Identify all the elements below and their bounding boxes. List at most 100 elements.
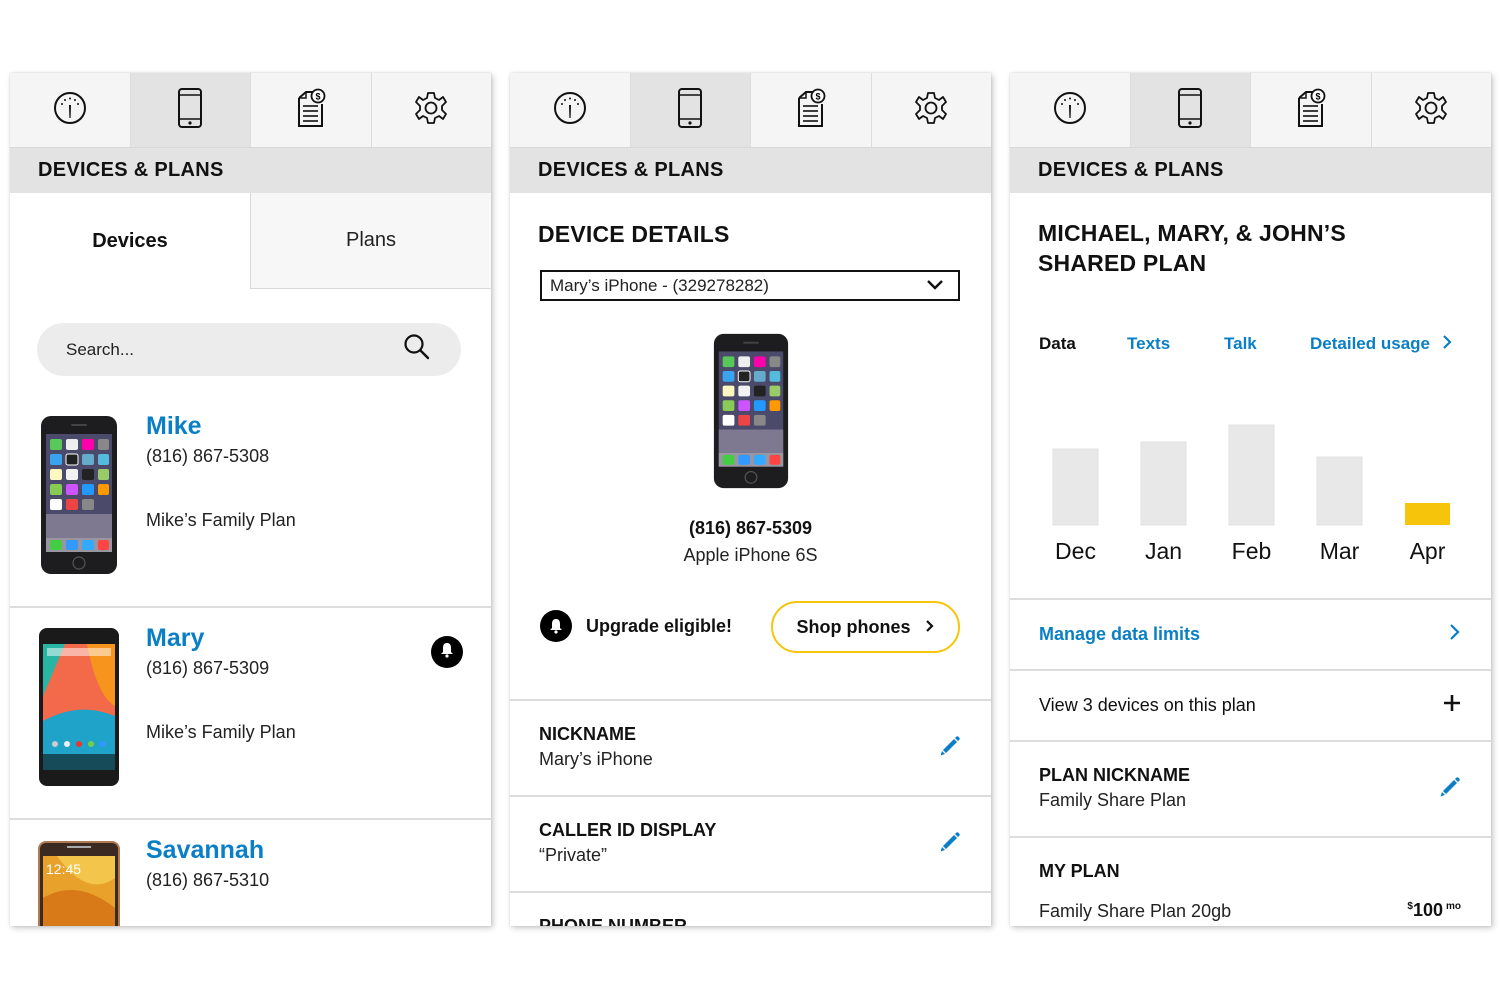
dashboard-gauge-icon [1053, 91, 1087, 130]
phone-device-icon [1177, 87, 1203, 134]
device-owner-name[interactable]: Mike [146, 412, 202, 441]
nav-billing[interactable]: $ [251, 73, 372, 147]
bar-dec[interactable] [1052, 448, 1099, 526]
nav-settings[interactable] [372, 73, 492, 147]
tab-plans[interactable]: Plans [250, 193, 491, 289]
device-phone-number: (816) 867-5309 [688, 518, 813, 538]
plan-title-line2: SHARED PLAN [1038, 250, 1207, 276]
x-tick-label-apr: Apr [1410, 538, 1446, 564]
bill-dollar-icon: $ [796, 88, 826, 133]
nav-devices[interactable] [1130, 73, 1251, 147]
x-tick-label-jan: Jan [1145, 538, 1182, 564]
device-list-item[interactable]: 12:45 Savannah (816) 867-5310 [10, 820, 491, 926]
top-nav-bar: $ [1010, 73, 1491, 148]
device-plan-name: Mike’s Family Plan [146, 510, 296, 530]
bar-jan[interactable] [1140, 441, 1187, 526]
field-value: “Private” [539, 845, 608, 865]
svg-text:12:45: 12:45 [46, 861, 81, 877]
chevron-down-icon [926, 276, 944, 296]
bell-icon [540, 610, 572, 642]
plan-title: MICHAEL, MARY, & JOHN’S SHARED PLAN [1010, 193, 1491, 333]
my-plan-section: MY PLAN Family Share Plan 20gb $100 mo [1010, 838, 1491, 926]
device-select-value: Mary’s iPhone - (329278282) [550, 275, 769, 295]
devices-plans-tabs: Devices Plans [10, 193, 491, 289]
my-plan-price: $100 mo [1407, 900, 1461, 921]
nav-devices[interactable] [130, 73, 251, 147]
shop-phones-label: Shop phones [796, 616, 911, 637]
nav-billing[interactable]: $ [1251, 73, 1372, 147]
nav-dashboard[interactable] [10, 73, 131, 147]
section-title: DEVICES & PLANS [1010, 148, 1491, 193]
nav-dashboard[interactable] [1010, 73, 1131, 147]
usage-bar-chart: Dec Jan Feb Mar Apr [1010, 355, 1491, 600]
phone-device-icon [177, 87, 203, 134]
chevron-right-icon [925, 617, 935, 638]
detailed-usage-link[interactable]: Detailed usage [1310, 334, 1452, 355]
gear-icon [413, 90, 449, 131]
svg-text:$: $ [315, 91, 320, 101]
device-details-panel: $ DEVICES & PLANS DEVICE DETAILS Mary’s … [510, 73, 991, 926]
field-label: NICKNAME [539, 724, 636, 744]
dashboard-gauge-icon [53, 91, 87, 130]
x-tick-label-mar: Mar [1320, 538, 1360, 564]
manage-data-limits-label: Manage data limits [1039, 624, 1201, 644]
section-title: DEVICES & PLANS [510, 148, 991, 193]
nav-dashboard[interactable] [510, 73, 631, 147]
pencil-edit-icon[interactable] [939, 735, 961, 762]
samsung-galaxy-image: 12:45 [37, 838, 121, 926]
nav-settings[interactable] [1372, 73, 1492, 147]
shop-phones-button[interactable]: Shop phones [771, 601, 960, 653]
bar-mar[interactable] [1316, 456, 1363, 526]
bar-feb[interactable] [1228, 424, 1275, 526]
device-list: Mike (816) 867-5308 Mike’s Family Plan M… [10, 396, 491, 926]
pencil-edit-icon[interactable] [939, 831, 961, 858]
usage-tabs: Data Texts Talk Detailed usage [1010, 333, 1491, 355]
search-bar [37, 323, 461, 376]
usage-tab-texts[interactable]: Texts [1127, 334, 1224, 354]
field-label: CALLER ID DISPLAY [539, 820, 717, 840]
manage-data-limits-row[interactable]: Manage data limits [1010, 600, 1491, 671]
iphone-image [710, 330, 792, 492]
svg-text:$: $ [1315, 91, 1320, 101]
x-tick-label-dec: Dec [1055, 538, 1096, 564]
usage-tab-data[interactable]: Data [1039, 334, 1127, 354]
nickname-field: NICKNAME Mary’s iPhone [510, 701, 991, 797]
nav-billing[interactable]: $ [751, 73, 872, 147]
top-nav-bar: $ [510, 73, 991, 148]
search-input[interactable] [66, 339, 366, 360]
device-list-item[interactable]: Mary (816) 867-5309 Mike’s Family Plan [10, 608, 491, 820]
field-value: Mary’s iPhone [539, 749, 653, 769]
bill-dollar-icon: $ [1296, 88, 1326, 133]
device-owner-name[interactable]: Savannah [146, 836, 264, 865]
iphone-image [37, 414, 121, 576]
usage-chart-svg: Dec Jan Feb Mar Apr [1052, 424, 1450, 564]
device-phone-number: (816) 867-5310 [146, 870, 270, 890]
tab-devices[interactable]: Devices [10, 193, 250, 289]
bill-dollar-icon: $ [296, 88, 326, 133]
search-icon[interactable] [403, 333, 431, 366]
plan-nickname-field: PLAN NICKNAME Family Share Plan [1010, 742, 1491, 838]
device-details-title: DEVICE DETAILS [538, 221, 730, 247]
usage-tab-talk[interactable]: Talk [1224, 334, 1310, 354]
pencil-edit-icon[interactable] [1439, 776, 1461, 803]
svg-text:$: $ [815, 91, 820, 101]
bar-apr[interactable] [1405, 503, 1450, 525]
upgrade-eligible-text: Upgrade eligible! [586, 616, 733, 636]
bell-icon [440, 642, 454, 663]
nav-devices[interactable] [630, 73, 751, 147]
my-plan-label: MY PLAN [1039, 861, 1120, 881]
device-plan-name: Mike’s Family Plan [146, 722, 296, 742]
device-select-dropdown[interactable]: Mary’s iPhone - (329278282) [540, 270, 960, 301]
devices-list-panel: $ DEVICES & PLANS Devices Plans Mike (81… [10, 73, 491, 926]
view-devices-row[interactable]: View 3 devices on this plan [1010, 671, 1491, 742]
gear-icon [1413, 90, 1449, 131]
device-owner-name[interactable]: Mary [146, 624, 204, 653]
plus-expand-icon [1443, 694, 1461, 717]
phone-device-icon [677, 87, 703, 134]
field-label: PHONE NUMBER [539, 916, 688, 926]
price-period: mo [1446, 901, 1461, 912]
chevron-right-icon [1449, 623, 1461, 646]
upgrade-alert-badge[interactable] [431, 636, 463, 668]
device-list-item[interactable]: Mike (816) 867-5308 Mike’s Family Plan [10, 396, 491, 608]
nav-settings[interactable] [872, 73, 992, 147]
